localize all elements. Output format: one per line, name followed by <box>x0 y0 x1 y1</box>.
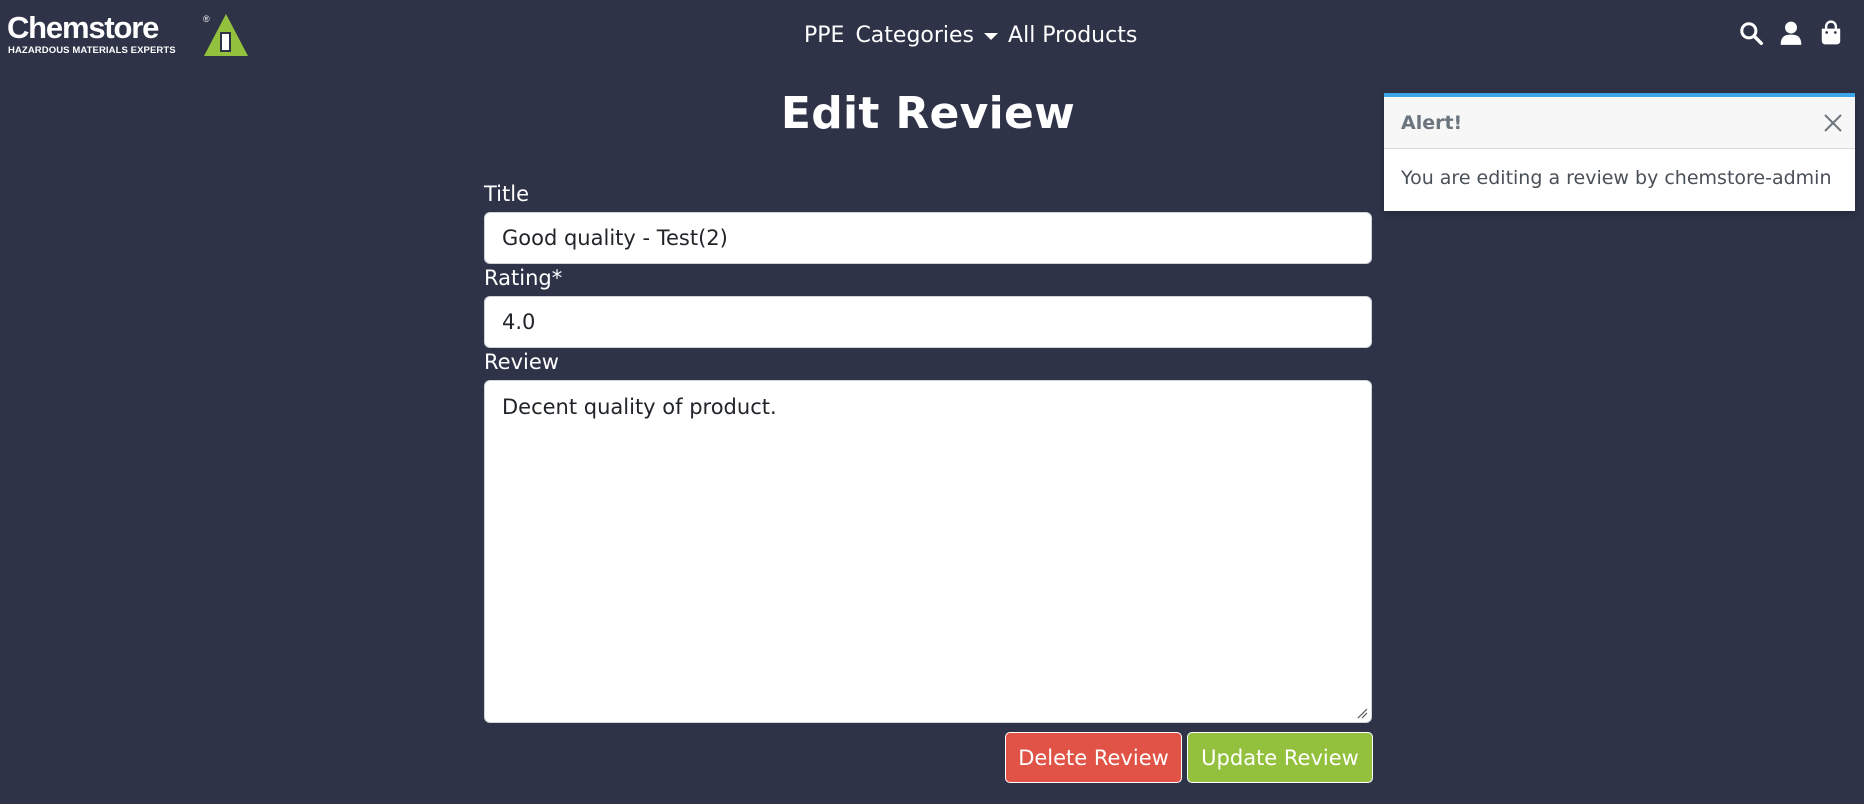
rating-input[interactable]: 4.0 <box>484 296 1372 348</box>
nav-ppe[interactable]: PPE <box>804 23 844 48</box>
page-title: Edit Review <box>780 88 1076 139</box>
chemstore-logo[interactable]: Chemstore ® HAZARDOUS MATERIALS EXPERTS <box>7 10 248 58</box>
edit-review-form: Title Good quality - Test(2) Rating* 4.0… <box>484 180 1372 723</box>
site-header: Chemstore ® HAZARDOUS MATERIALS EXPERTS … <box>0 0 1864 70</box>
review-text: Decent quality of product. <box>502 395 777 419</box>
toast-title: Alert! <box>1401 111 1463 134</box>
search-icon[interactable] <box>1738 20 1764 46</box>
review-label: Review <box>484 350 559 374</box>
delete-review-button[interactable]: Delete Review <box>1005 732 1182 783</box>
form-actions: Delete Review Update Review <box>1005 732 1373 783</box>
toast-header: Alert! <box>1384 97 1855 149</box>
header-icons <box>1738 20 1844 46</box>
main-nav: PPE Categories All Products <box>804 18 1137 52</box>
nav-categories-label: Categories <box>855 22 975 48</box>
resize-handle-icon[interactable] <box>1356 707 1368 719</box>
close-icon[interactable] <box>1822 112 1844 134</box>
nav-categories-dropdown[interactable]: Categories <box>855 22 999 48</box>
rating-label: Rating* <box>484 266 563 290</box>
alert-toast: Alert! You are editing a review by chems… <box>1384 93 1855 211</box>
logo-tagline: HAZARDOUS MATERIALS EXPERTS <box>8 45 176 56</box>
review-textarea[interactable]: Decent quality of product. <box>484 380 1372 723</box>
nav-all-products[interactable]: All Products <box>1008 23 1137 48</box>
logo-wordmark: Chemstore <box>7 10 159 45</box>
title-input[interactable]: Good quality - Test(2) <box>484 212 1372 264</box>
shopping-bag-icon[interactable] <box>1818 20 1844 46</box>
title-label: Title <box>484 182 530 206</box>
account-icon[interactable] <box>1778 20 1804 46</box>
caret-down-icon <box>984 32 999 40</box>
hazard-triangle-icon <box>204 14 248 56</box>
update-review-button[interactable]: Update Review <box>1187 732 1373 783</box>
toast-message: You are editing a review by chemstore-ad… <box>1401 167 1832 189</box>
